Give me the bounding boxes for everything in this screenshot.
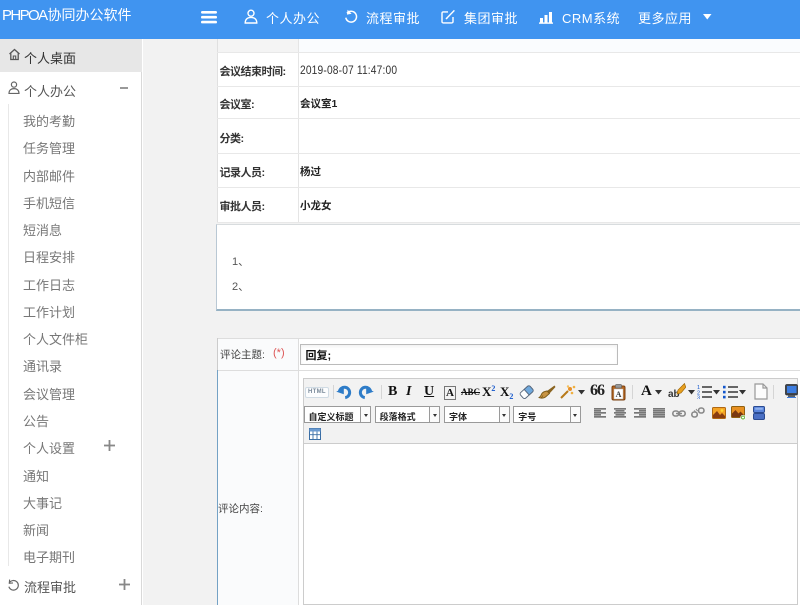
- svg-text:A: A: [616, 390, 622, 399]
- svg-text:3: 3: [697, 396, 700, 400]
